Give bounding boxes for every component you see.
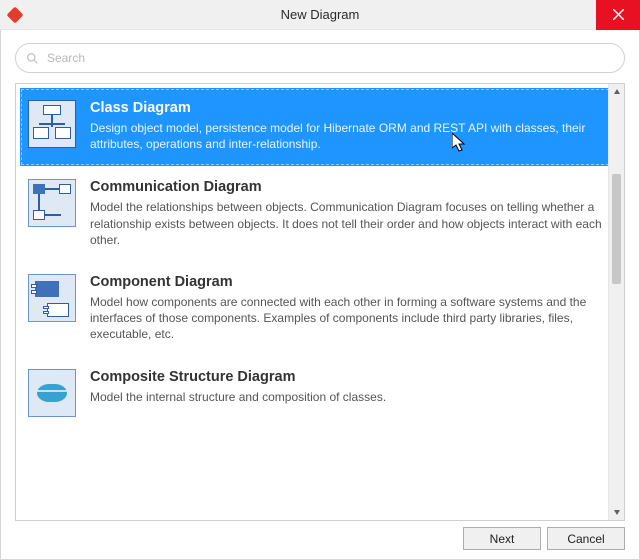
dialog-body: Class Diagram Design object model, persi… xyxy=(0,30,640,560)
item-description: Model how components are connected with … xyxy=(90,294,610,343)
scroll-up-button[interactable] xyxy=(609,84,624,100)
title-bar: New Diagram xyxy=(0,0,640,30)
item-title: Composite Structure Diagram xyxy=(90,369,610,385)
composite-structure-diagram-icon xyxy=(28,369,76,417)
communication-diagram-icon xyxy=(28,179,76,227)
scroll-down-button[interactable] xyxy=(609,504,624,520)
search-box[interactable] xyxy=(15,43,625,73)
class-diagram-icon xyxy=(28,100,76,148)
item-title: Class Diagram xyxy=(90,100,610,116)
item-title: Component Diagram xyxy=(90,274,610,290)
item-title: Communication Diagram xyxy=(90,179,610,195)
item-description: Model the internal structure and composi… xyxy=(90,389,610,405)
component-diagram-icon xyxy=(28,274,76,322)
list-item[interactable]: Communication Diagram Model the relation… xyxy=(20,167,620,262)
next-button[interactable]: Next xyxy=(463,527,541,550)
diagram-list[interactable]: Class Diagram Design object model, persi… xyxy=(16,84,624,520)
diagram-list-box: Class Diagram Design object model, persi… xyxy=(15,83,625,521)
cancel-button[interactable]: Cancel xyxy=(547,527,625,550)
search-icon xyxy=(26,52,39,65)
scrollbar[interactable] xyxy=(608,84,624,520)
dialog-footer: Next Cancel xyxy=(463,527,625,550)
scroll-thumb[interactable] xyxy=(612,174,621,284)
search-input[interactable] xyxy=(45,50,614,66)
item-description: Model the relationships between objects.… xyxy=(90,199,610,248)
item-description: Design object model, persistence model f… xyxy=(90,120,610,152)
window-title: New Diagram xyxy=(0,7,640,22)
list-item[interactable]: Component Diagram Model how components a… xyxy=(20,262,620,357)
list-item[interactable]: Composite Structure Diagram Model the in… xyxy=(20,357,620,431)
list-item[interactable]: Class Diagram Design object model, persi… xyxy=(20,88,620,166)
